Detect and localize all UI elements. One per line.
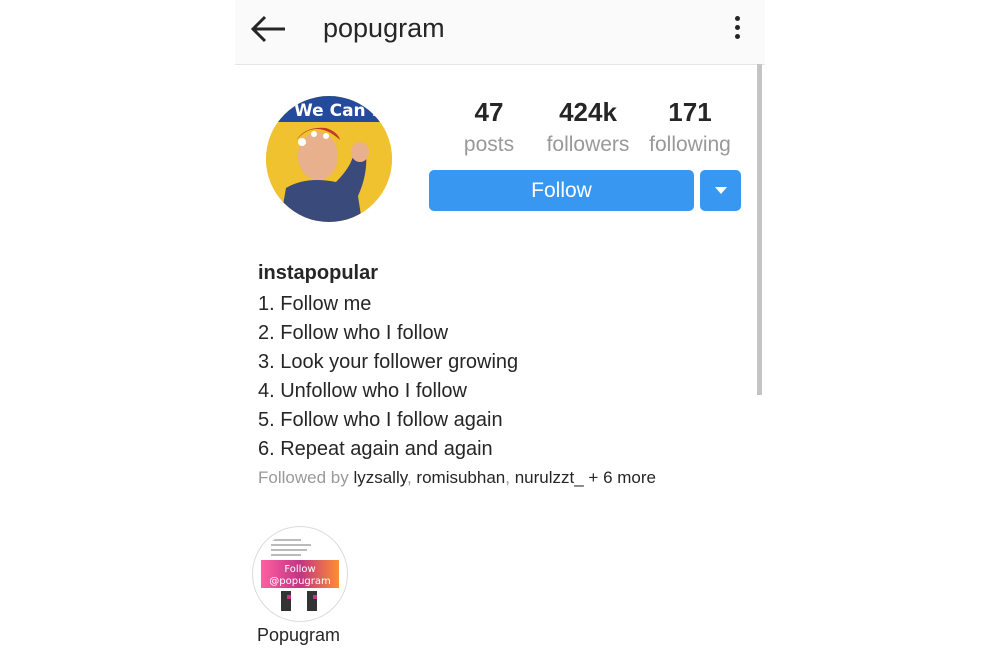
bio-line: 5. Follow who I follow again — [258, 409, 503, 431]
highlight-label: Popugram — [257, 625, 341, 645]
profile-bio: 1. Follow me 2. Follow who I follow 3. L… — [258, 290, 518, 464]
followers-count: 424k — [559, 97, 617, 127]
more-options-button[interactable] — [727, 14, 747, 44]
follower-link-romisubhan[interactable]: romisubhan — [416, 468, 505, 487]
back-button[interactable] — [249, 13, 289, 45]
follow-button[interactable]: Follow — [429, 170, 694, 211]
suggestions-dropdown-button[interactable] — [700, 170, 741, 211]
avatar-image: We Can Do It! — [266, 96, 392, 222]
followed-by-prefix: Followed by — [258, 468, 354, 487]
profile-username: instapopular — [258, 262, 379, 284]
highlight-cover: Follow @popugram — [257, 531, 343, 617]
stat-posts[interactable]: 47 posts — [459, 96, 519, 162]
arrow-left-icon — [250, 15, 285, 43]
followed-by[interactable]: Followed by lyzsally, romisubhan, nurulz… — [258, 468, 656, 488]
more-followers-link[interactable]: + 6 more — [588, 468, 656, 487]
app-bar: popugram — [235, 0, 765, 65]
following-count: 171 — [668, 97, 712, 127]
profile-stats: 47 posts 424k followers 171 following — [445, 96, 735, 166]
posts-count: 47 — [474, 97, 504, 127]
stat-followers[interactable]: 424k followers — [543, 96, 633, 162]
followers-label: followers — [546, 133, 630, 156]
avatar-caption: We Can Do It! — [294, 101, 392, 121]
following-label: following — [649, 133, 731, 156]
separator: , — [406, 468, 417, 487]
page-title: popugram — [323, 13, 445, 43]
story-highlight-popugram[interactable]: Follow @popugram — [252, 526, 348, 622]
phone-screen: popugram We Can Do It! 47 posts 424k fol… — [235, 0, 765, 667]
follower-link-lyzsally[interactable]: lyzsally — [353, 468, 407, 487]
highlight-cover-image: Follow @popugram — [257, 531, 343, 617]
caret-down-icon — [715, 187, 727, 194]
posts-label: posts — [463, 133, 515, 156]
bio-line: 6. Repeat again and again — [258, 438, 493, 460]
highlight-badge-line1: Follow — [284, 564, 315, 575]
bio-line: 2. Follow who I follow — [258, 322, 449, 344]
more-vertical-icon — [727, 16, 747, 39]
scrollbar[interactable] — [757, 64, 762, 395]
bio-line: 3. Look your follower growing — [258, 351, 519, 373]
separator: , — [505, 468, 515, 487]
bio-line: 4. Unfollow who I follow — [258, 380, 467, 402]
avatar[interactable]: We Can Do It! — [266, 96, 392, 222]
stat-following[interactable]: 171 following — [645, 96, 735, 162]
follower-link-nurulzzt[interactable]: nurulzzt_ — [515, 468, 584, 487]
highlight-badge-line2: @popugram — [269, 576, 330, 587]
bio-line: 1. Follow me — [258, 293, 372, 315]
